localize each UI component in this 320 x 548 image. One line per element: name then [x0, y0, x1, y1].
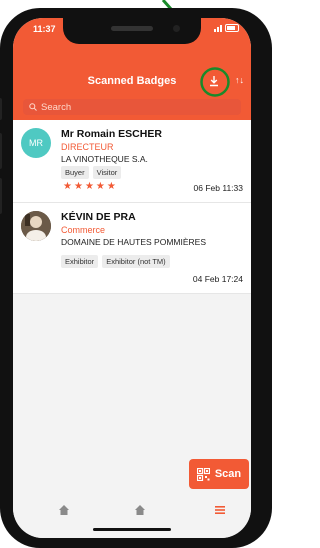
- search-input[interactable]: Search: [23, 99, 241, 115]
- contact-company: DOMAINE DE HAUTES POMMIÈRES: [61, 237, 206, 247]
- tag-list: Buyer Visitor: [61, 166, 122, 179]
- search-placeholder: Search: [41, 101, 72, 113]
- app-screen: 11:37 Scanned Badges ↑↓ Search MR Mr Rom…: [13, 18, 251, 538]
- scan-date: 04 Feb 17:24: [192, 274, 243, 284]
- scan-date: 06 Feb 11:33: [193, 183, 243, 193]
- contact-role: Commerce: [61, 225, 106, 235]
- header-bar: 11:37 Scanned Badges ↑↓ Search: [13, 18, 251, 120]
- badge-list: MR Mr Romain ESCHER DIRECTEUR LA VINOTHE…: [13, 120, 251, 294]
- signal-icon: [214, 24, 222, 32]
- sort-button[interactable]: ↑↓: [235, 75, 244, 85]
- tag: Visitor: [92, 166, 122, 179]
- qr-code-icon: [196, 467, 210, 481]
- list-item[interactable]: MR Mr Romain ESCHER DIRECTEUR LA VINOTHE…: [13, 120, 251, 203]
- bottom-nav: [13, 494, 251, 538]
- star-icon: ★: [73, 181, 85, 192]
- scan-button[interactable]: Scan: [189, 459, 249, 489]
- phone-frame: 11:37 Scanned Badges ↑↓ Search MR Mr Rom…: [0, 8, 272, 548]
- tag: Exhibitor (not TM): [102, 255, 170, 268]
- status-time: 11:37: [33, 24, 56, 34]
- list-item[interactable]: KÉVIN DE PRA Commerce DOMAINE DE HAUTES …: [13, 203, 251, 294]
- contact-role: DIRECTEUR: [61, 142, 114, 152]
- star-icon: ★: [63, 181, 74, 192]
- contact-name: KÉVIN DE PRA: [61, 211, 136, 223]
- home-icon: [135, 505, 145, 515]
- star-icon: ★: [106, 181, 118, 192]
- annotation-circle: [200, 67, 230, 97]
- rating-stars: ★★★★★: [63, 181, 118, 192]
- avatar: MR: [21, 128, 51, 158]
- star-icon: ★: [95, 181, 107, 192]
- tag-list: Exhibitor Exhibitor (not TM): [61, 255, 170, 268]
- avatar: [21, 211, 51, 241]
- battery-icon: [225, 24, 239, 32]
- contact-name: Mr Romain ESCHER: [61, 128, 162, 140]
- search-icon: [29, 103, 37, 111]
- scan-button-label: Scan: [214, 468, 242, 480]
- profile-photo: [21, 211, 51, 241]
- nav-home[interactable]: [55, 504, 73, 520]
- contact-company: LA VINOTHEQUE S.A.: [61, 154, 148, 164]
- nav-home-2[interactable]: [131, 504, 149, 520]
- star-icon: ★: [84, 181, 96, 192]
- notch: [63, 18, 201, 44]
- tag: Exhibitor: [61, 255, 99, 268]
- tag: Buyer: [61, 166, 89, 179]
- menu-icon: [215, 506, 225, 514]
- nav-menu[interactable]: [211, 504, 229, 520]
- home-indicator: [93, 528, 171, 531]
- status-icons: [214, 24, 239, 32]
- home-icon: [59, 505, 69, 515]
